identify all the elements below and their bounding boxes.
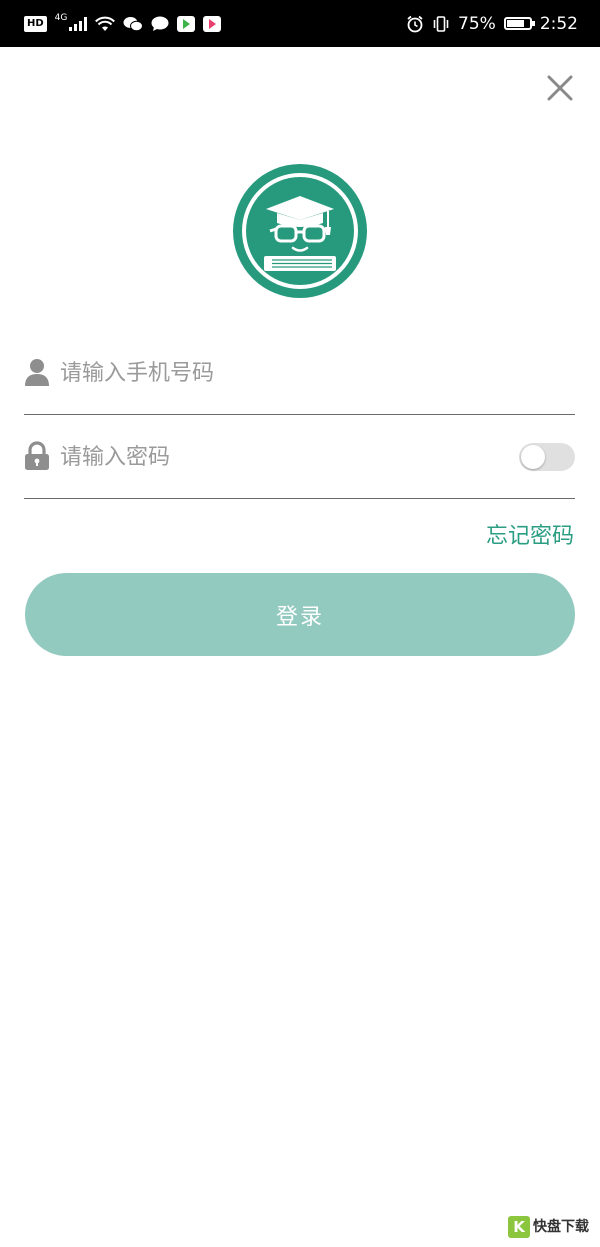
- status-right: 75% 2:52: [406, 14, 578, 34]
- message-icon: [151, 16, 169, 31]
- password-visibility-toggle[interactable]: [519, 443, 575, 471]
- forgot-password-link[interactable]: 忘记密码: [486, 518, 574, 550]
- wifi-icon: [95, 16, 116, 31]
- clock: 2:52: [539, 13, 578, 34]
- lock-icon: [25, 441, 49, 470]
- status-left: HD 4G: [24, 12, 222, 32]
- signal-icon: [69, 16, 88, 31]
- battery-icon: [503, 17, 535, 30]
- phone-input[interactable]: [58, 349, 522, 397]
- user-icon: [25, 359, 49, 386]
- toggle-knob: [521, 445, 545, 469]
- battery-percent: 75%: [458, 13, 496, 34]
- close-button[interactable]: [542, 70, 578, 106]
- login-button[interactable]: 登录: [25, 573, 575, 656]
- vibrate-icon: [433, 15, 449, 32]
- status-bar: HD 4G 75% 2:52: [0, 0, 600, 47]
- watermark-text: 快盘下载: [533, 1219, 589, 1235]
- watermark-logo: K: [508, 1216, 530, 1238]
- phone-field: [24, 331, 575, 415]
- network-type: 4G: [54, 12, 68, 23]
- password-input[interactable]: [58, 433, 522, 481]
- wechat-icon: [123, 16, 144, 31]
- graduate-logo: [233, 164, 367, 298]
- tv-app-icon: [203, 15, 222, 32]
- watermark: K 快盘下载: [508, 1216, 589, 1238]
- password-field: [24, 415, 575, 499]
- alarm-icon: [407, 15, 423, 32]
- video-app-icon: [177, 15, 196, 32]
- close-icon: [547, 75, 573, 101]
- hd-badge: HD: [24, 15, 47, 32]
